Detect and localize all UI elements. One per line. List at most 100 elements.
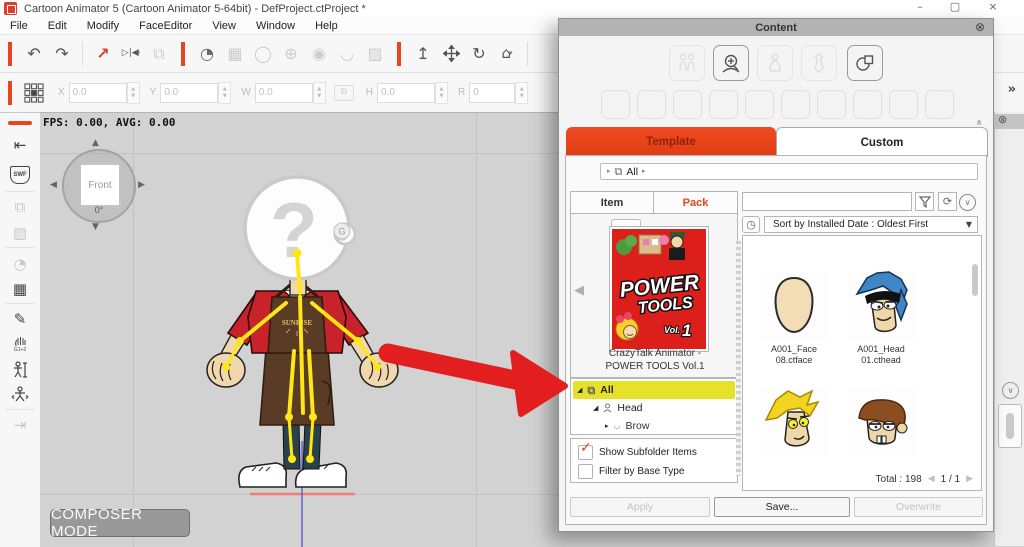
- breadcrumb-back-button[interactable]: [572, 162, 594, 180]
- camera-front-face[interactable]: Front: [79, 163, 121, 207]
- character-figure[interactable]: SUNRISE ? G: [200, 163, 460, 547]
- lips-tool-button[interactable]: ◡: [335, 42, 359, 66]
- camera-left-arrow[interactable]: ◀: [50, 181, 57, 190]
- dock-expand-chevron[interactable]: ∨: [1002, 382, 1019, 399]
- breadcrumb[interactable]: ▸ ⧉ All ▸: [600, 163, 978, 180]
- gesture-button[interactable]: G1+2: [8, 332, 32, 356]
- show-subfolder-checkbox[interactable]: ✓: [578, 441, 593, 460]
- home-view-button[interactable]: ⌂ ▾: [495, 42, 519, 66]
- lock-aspect-button[interactable]: ⧉: [333, 84, 354, 101]
- thumbnail-head-brown[interactable]: [847, 388, 915, 458]
- menu-file[interactable]: File: [0, 20, 38, 32]
- content-slot[interactable]: [637, 90, 666, 119]
- dock-scroll-thumb[interactable]: [1006, 413, 1014, 439]
- expand-results-button[interactable]: ∨: [959, 194, 976, 211]
- menu-edit[interactable]: Edit: [38, 20, 77, 32]
- tab-template[interactable]: Template: [566, 127, 776, 156]
- apply-button[interactable]: Apply: [570, 497, 710, 517]
- save-button[interactable]: Save...: [714, 497, 850, 517]
- h-field[interactable]: [377, 82, 436, 103]
- tab-pack[interactable]: Pack: [653, 191, 738, 214]
- pack-prev-arrow[interactable]: ◀: [574, 284, 584, 297]
- filter-base-checkbox[interactable]: [578, 464, 593, 479]
- tree-collapsed-icon[interactable]: ▸: [605, 422, 609, 430]
- anchor-point-picker[interactable]: [22, 81, 46, 105]
- menu-faceeditor[interactable]: FaceEditor: [129, 20, 202, 32]
- tree-expand-icon[interactable]: ◢: [577, 386, 582, 394]
- refresh-button[interactable]: ⟳: [938, 192, 957, 211]
- link-tool-button[interactable]: ⧉: [147, 42, 171, 66]
- column-splitter[interactable]: [736, 241, 741, 476]
- photo-fit-button[interactable]: ▨: [363, 42, 387, 66]
- undo-button[interactable]: ↶: [22, 42, 46, 66]
- page-next-icon[interactable]: ▶: [966, 475, 973, 484]
- content-close-icon[interactable]: ⊗: [975, 21, 985, 33]
- swf-import-button[interactable]: SWF: [8, 163, 32, 187]
- select-tool-button[interactable]: ↗: [91, 42, 115, 66]
- dock-scrollbar[interactable]: [998, 404, 1022, 448]
- sort-dropdown[interactable]: Sort by Installed Date : Oldest First ▼: [764, 216, 978, 233]
- tab-custom[interactable]: Custom: [776, 127, 988, 157]
- overwrite-button[interactable]: Overwrite: [854, 497, 983, 517]
- filter-funnel-button[interactable]: [915, 192, 934, 211]
- tab-item[interactable]: Item: [570, 191, 654, 214]
- w-field[interactable]: [254, 82, 313, 103]
- y-spinner[interactable]: ▲ ▼: [218, 81, 232, 104]
- transform-character-button[interactable]: [8, 383, 32, 407]
- duplicate-button[interactable]: ⧉: [8, 195, 32, 219]
- collapse-section-icon[interactable]: «: [973, 119, 986, 126]
- category-accessory-button[interactable]: [801, 45, 837, 81]
- create-head-sidebar-button[interactable]: ◔: [8, 252, 32, 276]
- content-slot[interactable]: [817, 90, 846, 119]
- category-prop-button[interactable]: [847, 45, 883, 81]
- camera-orientation-widget[interactable]: ▲ ▼ ◀ ▶ Front 0°: [50, 139, 145, 232]
- maximize-button[interactable]: ▢: [940, 1, 970, 16]
- face-grid-button[interactable]: ▦: [223, 42, 247, 66]
- camera-down-arrow[interactable]: ▼: [92, 223, 99, 232]
- create-head-button[interactable]: ◔: [195, 42, 219, 66]
- anchor-tool-button[interactable]: ↥: [411, 42, 435, 66]
- flip-tool-button[interactable]: ▷|◀ ▾: [119, 42, 143, 66]
- x-field[interactable]: [68, 82, 127, 103]
- thumbnail-head-blonde[interactable]: [760, 388, 828, 458]
- redo-button[interactable]: ↷: [50, 42, 74, 66]
- mask-editor-button[interactable]: ▨: [8, 221, 32, 245]
- sprite-editor-button[interactable]: ✎: [8, 307, 32, 331]
- category-actor-button[interactable]: [669, 45, 705, 81]
- grid-scroll-thumb[interactable]: [972, 264, 978, 296]
- w-spinner[interactable]: ▲ ▼: [312, 81, 326, 104]
- content-slot[interactable]: [925, 90, 954, 119]
- tree-item-head[interactable]: ◢ Head: [573, 399, 735, 417]
- search-input[interactable]: [742, 192, 912, 211]
- sprite-panel-button[interactable]: ▦: [8, 277, 32, 301]
- page-prev-icon[interactable]: ◀: [928, 475, 935, 484]
- thumbnail-face[interactable]: [760, 270, 828, 340]
- category-body-button[interactable]: [757, 45, 793, 81]
- x-spinner[interactable]: ▲ ▼: [126, 81, 140, 104]
- tree-item-all[interactable]: ◢ ⧉ All: [573, 381, 735, 399]
- rotate-tool-button[interactable]: ↻: [467, 42, 491, 66]
- menu-view[interactable]: View: [202, 20, 246, 32]
- content-slot[interactable]: [745, 90, 774, 119]
- menu-window[interactable]: Window: [246, 20, 305, 32]
- content-slot[interactable]: [889, 90, 918, 119]
- tree-expand-icon[interactable]: ◢: [593, 404, 598, 412]
- face-outline-button[interactable]: ◯: [251, 42, 275, 66]
- eye-tool-button[interactable]: ◉: [307, 42, 331, 66]
- sort-time-button[interactable]: ◷: [742, 216, 760, 233]
- content-slot[interactable]: [673, 90, 702, 119]
- y-field[interactable]: [160, 82, 219, 103]
- camera-right-arrow[interactable]: ▶: [138, 181, 145, 190]
- category-head-button[interactable]: [713, 45, 749, 81]
- tree-item-brow[interactable]: ▸ ◡ Brow: [573, 417, 735, 434]
- content-slot[interactable]: [709, 90, 738, 119]
- menu-help[interactable]: Help: [305, 20, 348, 32]
- move-tool-button[interactable]: [439, 42, 463, 66]
- back-to-stage-button[interactable]: ⇤: [8, 133, 32, 157]
- h-spinner[interactable]: ▲ ▼: [435, 81, 449, 104]
- r-field[interactable]: [469, 82, 516, 103]
- bone-editor-button[interactable]: [8, 358, 32, 382]
- pack-cover[interactable]: POWER TOOLS Vol. 1: [609, 226, 709, 352]
- r-spinner[interactable]: ▲ ▼: [515, 81, 529, 104]
- minimize-button[interactable]: –: [905, 1, 935, 16]
